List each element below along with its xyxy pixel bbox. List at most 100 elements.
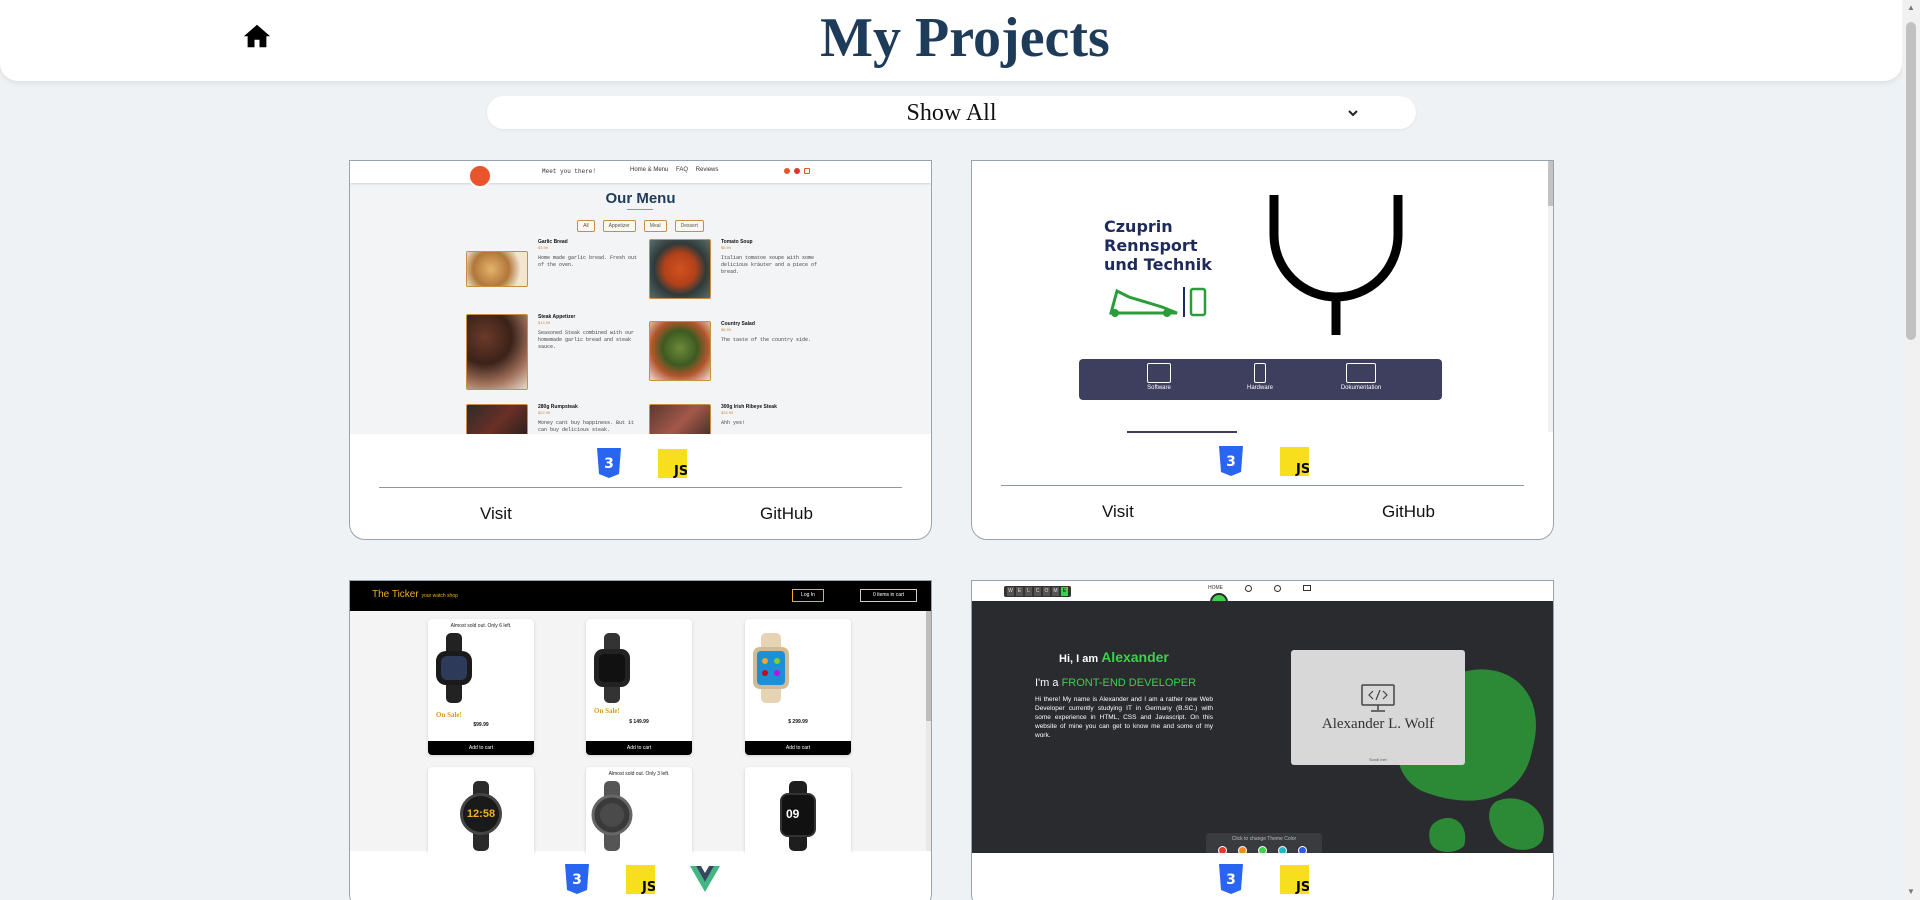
project-preview-ticker[interactable]: The Ticker your watch shop Log In 0 item…	[350, 581, 931, 853]
food-photo	[466, 314, 528, 390]
preview-filter-chip: Appetizer	[602, 220, 636, 232]
preview-nav-label: Dokumentation	[1340, 385, 1382, 391]
product-card: Almost sold out. Only 3 left.	[586, 767, 692, 853]
welcome-letter: L	[1025, 587, 1032, 596]
product-card: $ 299.99 Add to cart	[745, 619, 851, 755]
stock-note	[586, 623, 692, 631]
social-icon	[794, 168, 800, 174]
svg-text:JS: JS	[641, 880, 655, 894]
theme-color-picker: Click to change Theme Color	[1206, 833, 1322, 853]
project-card-portfolio: W E L C O M E HOME Hi, I am Alexander I'…	[971, 580, 1554, 900]
visit-link[interactable]: Visit	[480, 504, 512, 524]
preview-nav-label: Software	[1147, 385, 1171, 391]
preview-filter-chip: Dessert	[674, 220, 704, 232]
restaurant-logo	[468, 164, 492, 188]
smartwatch-image	[753, 633, 789, 703]
preview-scrollbar	[926, 611, 931, 851]
add-to-cart-button: Add to cart	[586, 741, 692, 755]
filter-selected-value: Show All	[906, 100, 997, 126]
tech-stack-row: 3 JS	[972, 864, 1553, 894]
hero-greeting-prefix: Hi, I am	[1059, 653, 1099, 665]
preview-tagline: Meet you there!	[542, 168, 597, 175]
smartwatch-image	[591, 781, 633, 851]
product-card: On Sale! $ 149.99 Add to cart	[586, 619, 692, 755]
hero-role-title: FRONT-END DEVELOPER	[1061, 677, 1197, 689]
svg-text:JS: JS	[1295, 880, 1309, 894]
product-price: $99.99	[473, 722, 489, 728]
preview-navbar: The Ticker your watch shop Log In 0 item…	[350, 581, 931, 611]
menu-item-price: $3.99	[538, 245, 549, 250]
code-window-icon	[1147, 363, 1171, 383]
svg-text:JS: JS	[673, 464, 687, 478]
project-preview-portfolio[interactable]: W E L C O M E HOME Hi, I am Alexander I'…	[972, 581, 1553, 853]
sale-badge: On Sale!	[594, 707, 620, 715]
project-filter-select[interactable]: Show All	[487, 96, 1416, 129]
github-link[interactable]: GitHub	[760, 504, 813, 524]
preview-product-grid: Almost sold out. Only 6 left. On Sale! $…	[350, 611, 931, 853]
menu-item-description: Ahh yes!	[721, 420, 746, 426]
menu-item: Steak Appetizer $14.99 Seasoned Steak co…	[466, 314, 646, 394]
menu-item-price: $22.99	[538, 410, 551, 415]
page-scrollbar[interactable]: ▲ ▼	[1902, 0, 1920, 900]
page-title: My Projects	[820, 7, 1110, 69]
vue-icon	[689, 864, 720, 894]
preview-navbar: Meet you there! Home & Menu FAQ Reviews	[350, 161, 931, 188]
hero-role: I'm a FRONT-END DEVELOPER	[1035, 677, 1196, 689]
scrollbar-thumb[interactable]	[1906, 22, 1916, 340]
chevron-down-icon	[1348, 110, 1358, 117]
preview-nav-hardware: Hardware	[1230, 363, 1290, 391]
javascript-icon: JS	[1280, 864, 1310, 894]
scroll-down-icon[interactable]: ▼	[1906, 887, 1916, 897]
preview-nav-docs: Dokumentation	[1331, 363, 1391, 391]
watch-face-time: 12:58	[466, 808, 496, 820]
theme-swatch	[1298, 846, 1307, 853]
menu-item: Country Salad $6.99 The taste of the cou…	[649, 321, 829, 401]
preview-section-line	[1127, 431, 1237, 433]
phone-icon	[1254, 363, 1266, 383]
menu-item: Tomato Soup $5.99 Italian tomatoe soupe …	[649, 239, 829, 299]
preview-nav-link: Home & Menu	[630, 167, 669, 173]
preview-brand: The Ticker your watch shop	[372, 589, 458, 600]
product-card: 12:58	[428, 767, 534, 853]
preview-nav-link: Reviews	[695, 167, 719, 173]
user-icon	[1245, 585, 1252, 592]
preview-filter-chip: All	[577, 220, 595, 232]
css3-icon: 3	[1216, 864, 1246, 894]
menu-item-price: $14.99	[538, 320, 551, 325]
smartwatch-image: 09	[772, 781, 824, 851]
watch-face-time: 09	[786, 807, 800, 821]
tuning-fork-logo	[1269, 195, 1403, 335]
javascript-icon: JS	[1280, 446, 1310, 476]
smartwatch-image	[594, 633, 630, 703]
add-to-cart-button: Add to cart	[428, 741, 534, 755]
smartwatch-image	[436, 633, 472, 703]
theme-swatch	[1238, 846, 1247, 853]
preview-nav-software: Software	[1129, 363, 1189, 391]
svg-text:3: 3	[1226, 454, 1236, 470]
food-photo	[649, 404, 711, 434]
scroll-up-icon[interactable]: ▲	[1906, 3, 1916, 13]
menu-item-description: The taste of the country side.	[721, 337, 812, 343]
food-photo	[649, 321, 711, 381]
welcome-letter: C	[1034, 587, 1041, 596]
theme-swatch	[1258, 846, 1267, 853]
add-to-cart-button: Add to cart	[745, 741, 851, 755]
theme-picker-label: Click to change Theme Color	[1231, 836, 1297, 842]
social-icons	[784, 168, 810, 174]
preview-nav-link: FAQ	[676, 167, 689, 173]
preview-hero: Hi, I am Alexander I'm a FRONT-END DEVEL…	[972, 601, 1553, 853]
project-card-czuprin: Czuprin Rennsport und Technik Software H…	[971, 160, 1554, 540]
project-preview-restaurant[interactable]: Meet you there! Home & Menu FAQ Reviews …	[350, 161, 931, 434]
profile-card-name: Alexander L. Wolf	[1321, 716, 1435, 732]
github-link[interactable]: GitHub	[1382, 502, 1435, 522]
project-preview-czuprin[interactable]: Czuprin Rennsport und Technik Software H…	[972, 161, 1553, 433]
welcome-letter: E	[1016, 587, 1023, 596]
product-card: 09	[745, 767, 851, 853]
visit-link[interactable]: Visit	[1102, 502, 1134, 522]
card-divider	[1001, 485, 1524, 486]
menu-item: Garlic Bread $3.99 Home made garlic brea…	[466, 239, 646, 299]
menu-item-description: Money cant buy happiness. But it can buy…	[538, 420, 635, 433]
stock-note	[745, 623, 851, 631]
brand-title-line: und Technik	[1104, 255, 1212, 274]
hero-name: Alexander	[1101, 649, 1169, 665]
